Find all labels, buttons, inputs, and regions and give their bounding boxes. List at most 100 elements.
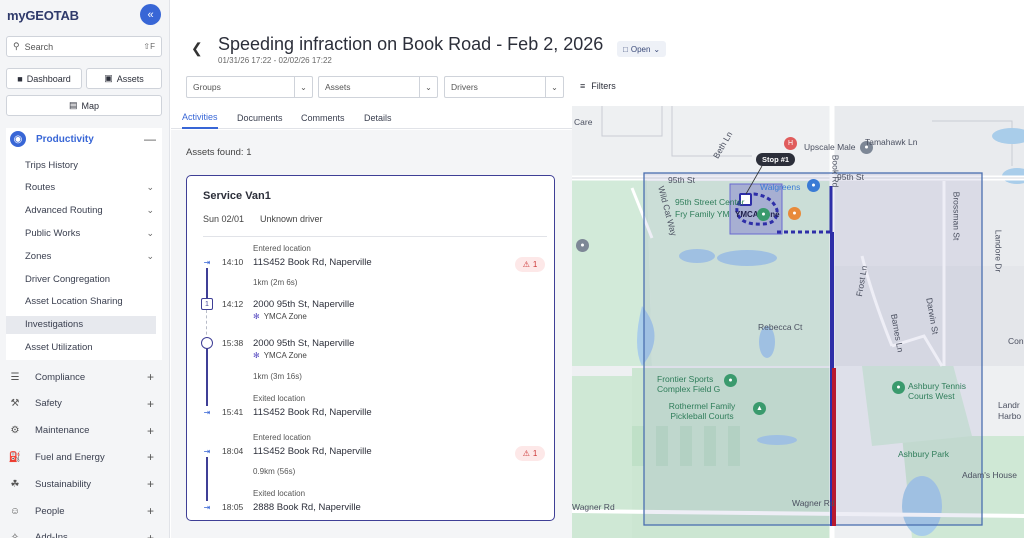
filter-sliders-icon: ≡ [580,81,586,91]
tab-activities[interactable]: Activities [182,106,218,129]
speeding-alert-badge[interactable]: ⚠ 1 [515,257,545,272]
productivity-header[interactable]: ◉ Productivity — [6,128,162,150]
map-label-landr: Landr [998,400,1020,410]
expand-plus-icon: + [146,477,154,492]
activities-panel: Assets found: 1 Service Van1 Sun 02/01 U… [171,130,572,538]
assets-found-count: Assets found: 1 [186,147,252,158]
sidebar-item[interactable]: Asset Utilization [6,338,162,356]
chevron-down-icon: ⌄ [545,77,563,97]
sidebar-category-label: People [35,505,65,517]
map-label-ashbury-tennis: Ashbury Tennis Courts West [908,381,966,401]
event-zone: ✻ YMCA Zone [253,312,307,321]
timeline-line [206,346,208,408]
hospital-pin-icon[interactable]: H [784,137,797,150]
header: ❮ Speeding infraction on Book Road - Feb… [171,0,1024,105]
event-kind: Entered location [253,433,311,442]
map-view[interactable]: Stop #1 YMCA Zone H ● ● ● ● ● ▲ ● ● Care… [572,106,1024,538]
park-pin-icon[interactable]: ● [892,381,905,394]
tab-comments[interactable]: Comments [301,106,345,129]
date-range: 01/31/26 17:22 - 02/02/26 17:22 [218,56,332,65]
tab-documents[interactable]: Documents [237,106,283,129]
event-time: 15:41 [222,407,244,417]
search-input[interactable]: ⚲ Search ⇧F [6,36,162,57]
wrench-icon: ⚒ [10,398,20,410]
search-shortcut: ⇧F [143,42,155,51]
sidebar-category[interactable]: ⚒ Safety + [8,394,164,414]
assets-button[interactable]: ▣ Assets [86,68,162,89]
speeding-alert-badge[interactable]: ⚠ 1 [515,446,545,461]
sidebar-category[interactable]: ✧ Add-Ins + [8,528,164,538]
trip-date: Sun 02/01 [203,214,245,224]
ymca-pin-icon[interactable]: ● [757,208,770,221]
assets-dropdown[interactable]: Assets ⌄ [318,76,438,98]
groups-dropdown[interactable]: Groups ⌄ [186,76,313,98]
map-label-tamahawk: Tamahawk Ln [865,137,918,147]
park-pin-icon[interactable]: ▲ [753,402,766,415]
event-distance: 1km (2m 6s) [253,278,298,287]
location-pin-icon[interactable]: ● [576,239,589,252]
vehicle-name: Service Van1 [203,190,271,202]
asset-card[interactable]: Service Van1 Sun 02/01 Unknown driver ⇥ … [186,175,555,521]
sidebar-item[interactable]: Routes ⌄ [6,179,162,197]
sidebar-item-label: Investigations [25,319,84,331]
sidebar-category[interactable]: ⛽ Fuel and Energy + [8,447,164,467]
sidebar-item[interactable]: Advanced Routing ⌄ [6,202,162,220]
sidebar-category-label: Safety [35,398,62,410]
sidebar-category[interactable]: ☺ People + [8,501,164,521]
filters-button[interactable]: ≡ Filters [580,81,616,91]
map-label-care: Care [574,117,593,127]
dashboard-icon: ■ [17,73,23,84]
investigation-zone [643,172,983,526]
sidebar-category-label: Sustainability [35,478,91,490]
productivity-section: ◉ Productivity — Trips History Routes ⌄ Adv… [6,128,162,360]
back-arrow-icon[interactable]: ❮ [191,40,203,57]
chevron-down-icon: ⌄ [146,227,154,238]
collapse-sidebar-button[interactable]: « [140,4,161,25]
map-button[interactable]: ▤ Map [6,95,162,116]
sidebar-item[interactable]: Investigations [6,315,156,334]
event-time: 18:04 [222,446,244,456]
stop-label[interactable]: Stop #1 [756,153,796,166]
status-icon: □ [623,44,628,54]
fuel-icon: ⛽ [8,451,22,463]
expand-plus-icon: + [146,423,154,438]
sidebar-category[interactable]: ☘ Sustainability + [8,474,164,494]
map-label-fry: Fry Family YM [675,209,730,219]
map-label-ashbury-park: Ashbury Park [898,449,950,459]
sidebar-category[interactable]: ⚙ Maintenance + [8,421,164,441]
sidebar-item-label: Asset Location Sharing [25,296,123,308]
warning-icon: ⚠ [522,260,530,269]
event-address: 2888 Book Rd, Naperville [253,502,361,513]
sidebar-item[interactable]: Driver Congregation [6,270,162,288]
assets-dropdown-label: Assets [325,82,351,92]
sidebar-item[interactable]: Zones ⌄ [6,247,162,265]
enter-location-icon: ⇥ [201,445,213,457]
sidebar-category[interactable]: ☰ Compliance + [8,367,164,387]
alert-count: 1 [532,449,538,458]
event-time: 14:10 [222,257,244,267]
event-kind: Exited location [253,394,306,403]
map-label: Map [81,100,100,111]
dashboard-button[interactable]: ■ Dashboard [6,68,82,89]
drivers-dropdown[interactable]: Drivers ⌄ [444,76,564,98]
sidebar-item[interactable]: Asset Location Sharing [6,293,162,311]
sidebar-item[interactable]: Trips History [6,156,162,174]
map-label-walgreens: Walgreens [760,182,801,192]
map-label-con: Con [1008,336,1024,346]
expand-plus-icon: + [146,450,154,465]
event-zone: ✻ YMCA Zone [253,351,307,360]
leaf-icon: ☘ [10,478,20,490]
expand-plus-icon: + [146,530,154,538]
sidebar-item[interactable]: Public Works ⌄ [6,224,162,242]
chevron-down-icon: ⌄ [146,182,154,193]
exit-location-icon: ⇥ [201,501,213,513]
map-label-book-rd: Book Rd [830,154,841,188]
restaurant-pin-icon[interactable]: ● [788,207,801,220]
status-dropdown[interactable]: □ Open ⌄ [617,41,667,57]
tab-details[interactable]: Details [364,106,392,129]
pharmacy-pin-icon[interactable]: ● [807,179,820,192]
driver-name: Unknown driver [260,214,323,224]
drivers-label: Drivers [451,82,478,92]
event-distance: 0.9km (56s) [253,467,296,476]
collapse-icon: — [144,132,156,146]
